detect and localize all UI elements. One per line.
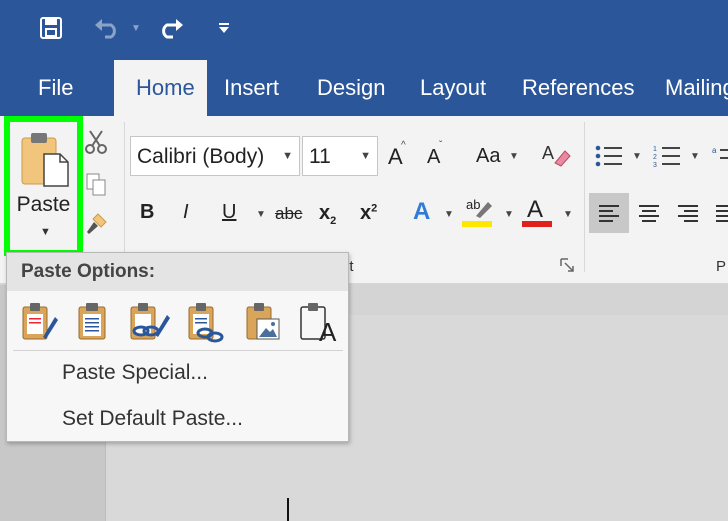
align-left-button[interactable] — [589, 193, 629, 233]
svg-text:3: 3 — [653, 162, 657, 168]
chevron-down-icon: ▼ — [690, 151, 700, 162]
font-name-value: Calibri (Body) — [137, 145, 265, 168]
cut-icon[interactable] — [82, 128, 110, 156]
svg-text:A: A — [319, 317, 337, 343]
svg-text:1: 1 — [653, 146, 657, 153]
undo-dropdown-icon[interactable]: ▼ — [128, 10, 144, 46]
bullets-icon[interactable] — [594, 142, 624, 170]
group-separator — [584, 122, 585, 272]
clipboard-icon — [20, 130, 70, 188]
subscript-button[interactable]: x2 — [319, 202, 336, 227]
font-size-value: 11 — [309, 145, 331, 168]
use-destination-theme-icon[interactable] — [127, 299, 170, 343]
paste-picture-icon[interactable] — [243, 299, 283, 343]
font-color-button[interactable]: A — [527, 196, 543, 224]
menu-divider — [13, 350, 343, 351]
link-keep-formatting-icon[interactable] — [185, 299, 225, 343]
tab-design[interactable]: Design — [317, 60, 385, 116]
save-icon[interactable] — [34, 10, 68, 46]
align-right-button[interactable] — [673, 198, 703, 228]
keep-source-formatting-icon[interactable] — [19, 299, 59, 343]
font-dialog-launcher-icon[interactable] — [560, 258, 574, 272]
set-default-paste-menu-item[interactable]: Set Default Paste... — [62, 407, 243, 431]
tab-file[interactable]: File — [38, 60, 73, 116]
chevron-down-icon: ▼ — [563, 209, 573, 220]
chevron-down-icon: ▼ — [504, 209, 514, 220]
tab-layout[interactable]: Layout — [420, 60, 486, 116]
numbering-icon[interactable]: 123 — [652, 142, 682, 170]
superscript-base: x — [360, 202, 372, 224]
keep-text-only-icon[interactable]: A — [299, 299, 339, 347]
highlight-color-bar — [462, 221, 492, 227]
tab-references[interactable]: References — [522, 60, 635, 116]
customize-toolbar-icon[interactable] — [214, 10, 234, 46]
redo-icon[interactable] — [154, 10, 188, 46]
caret-down-icon: ˇ — [439, 140, 443, 151]
superscript-button[interactable]: x2 — [360, 202, 377, 225]
font-size-dropdown[interactable]: 11 ▼ — [302, 136, 378, 176]
subscript-base: x — [319, 202, 331, 224]
svg-text:a: a — [712, 146, 717, 155]
italic-button[interactable]: I — [183, 201, 189, 224]
chevron-down-icon: ▼ — [632, 151, 642, 162]
font-name-dropdown[interactable]: Calibri (Body) ▼ — [130, 136, 300, 176]
subscript-mark: 2 — [330, 215, 337, 227]
format-painter-icon[interactable] — [82, 210, 110, 238]
chevron-down-icon: ▼ — [256, 209, 266, 220]
copy-icon[interactable] — [82, 170, 110, 198]
tab-insert[interactable]: Insert — [224, 60, 279, 116]
strikethrough-button[interactable]: abc — [275, 204, 302, 224]
group-separator — [124, 122, 125, 272]
underline-button[interactable]: U — [222, 201, 236, 224]
paste-options-menu: Paste Options: A Paste Special... Set De… — [6, 252, 349, 442]
paste-label: Paste — [16, 193, 71, 216]
merge-formatting-icon[interactable] — [73, 299, 113, 343]
justify-button[interactable] — [712, 198, 728, 228]
undo-icon[interactable] — [90, 10, 124, 46]
align-center-button[interactable] — [634, 198, 664, 228]
paragraph-group-label: P — [716, 258, 727, 275]
word-window: ▼ File Home Insert Design Layout Referen… — [0, 0, 728, 521]
multilevel-list-icon[interactable]: a — [710, 142, 728, 170]
chevron-down-icon: ▼ — [360, 150, 371, 162]
paste-options-title: Paste Options: — [21, 261, 156, 282]
caret-up-icon: ^ — [401, 140, 406, 151]
highlighter-pen-icon — [462, 198, 494, 220]
text-effects-button[interactable]: A — [413, 198, 430, 226]
paste-special-menu-item[interactable]: Paste Special... — [62, 361, 208, 385]
tab-home[interactable]: Home — [114, 60, 207, 116]
change-case-button[interactable]: Aa — [476, 145, 500, 168]
svg-text:2: 2 — [653, 154, 657, 161]
chevron-down-icon: ▼ — [282, 150, 293, 162]
paste-dropdown-arrow: ▼ — [40, 226, 51, 238]
chevron-down-icon: ▼ — [509, 151, 519, 162]
svg-text:A: A — [542, 143, 554, 163]
text-cursor — [287, 498, 289, 521]
font-color-bar — [522, 221, 552, 227]
superscript-mark: 2 — [371, 202, 378, 215]
chevron-down-icon: ▼ — [444, 209, 454, 220]
bold-button[interactable]: B — [140, 201, 154, 224]
tab-mailings[interactable]: Mailing — [665, 60, 728, 116]
paste-options-header: Paste Options: — [7, 253, 348, 291]
paste-button[interactable]: Paste ▼ — [4, 116, 83, 256]
clear-formatting-icon[interactable]: A — [540, 140, 572, 170]
